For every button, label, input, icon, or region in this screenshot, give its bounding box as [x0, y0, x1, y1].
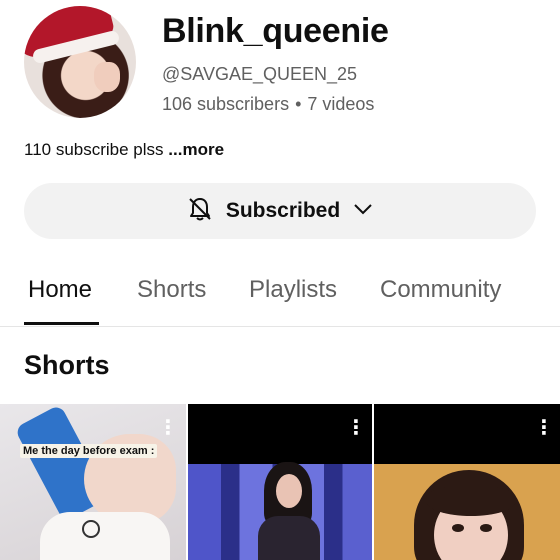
tab-playlists[interactable]: Playlists — [249, 276, 337, 304]
shirt-logo — [82, 520, 100, 538]
channel-handle: @SAVGAE_QUEEN_25 — [162, 64, 358, 84]
subscriber-count: 106 subscribers — [162, 94, 290, 114]
channel-avatar[interactable] — [24, 6, 136, 118]
short-thumbnail-2[interactable]: ⋮ — [188, 404, 372, 560]
tab-shorts[interactable]: Shorts — [137, 276, 206, 304]
active-tab-indicator — [24, 322, 99, 325]
short-caption: Me the day before exam : — [20, 444, 158, 458]
stats-separator: • — [295, 94, 302, 114]
shorts-section-title: Shorts — [24, 350, 110, 380]
performer-body — [258, 516, 320, 560]
person-eye-left — [452, 524, 464, 532]
bell-off-icon — [186, 195, 214, 228]
peace-sign-hand — [94, 62, 120, 92]
tab-home[interactable]: Home — [28, 276, 92, 304]
more-link[interactable]: ...more — [168, 140, 224, 159]
video-count: 7 videos — [307, 94, 375, 114]
shirt-image — [40, 512, 170, 560]
chevron-down-icon — [352, 198, 374, 225]
channel-tabs: Home Shorts Playlists Community — [0, 262, 560, 327]
short-thumbnail-1[interactable]: Me the day before exam : ⋮ — [0, 404, 186, 560]
subscribed-button[interactable]: Subscribed — [24, 183, 536, 239]
subscribed-label: Subscribed — [225, 199, 341, 222]
person-bangs — [426, 486, 516, 516]
kebab-menu-icon[interactable]: ⋮ — [346, 418, 366, 438]
channel-name: Blink_queenie — [162, 12, 389, 50]
channel-stats: 106 subscribers • 7 videos — [162, 94, 374, 115]
performer-face — [276, 474, 302, 508]
person-eye-right — [480, 524, 492, 532]
description-text: 110 subscribe plss — [24, 140, 164, 159]
kebab-menu-icon[interactable]: ⋮ — [534, 418, 554, 438]
short-thumbnail-3[interactable]: ⋮ — [374, 404, 560, 560]
shorts-row: Me the day before exam : ⋮ ⋮ ⋮ — [0, 404, 560, 560]
kebab-menu-icon[interactable]: ⋮ — [158, 418, 178, 438]
channel-description[interactable]: 110 subscribe plss ...more — [24, 140, 224, 160]
tab-community[interactable]: Community — [380, 276, 501, 304]
